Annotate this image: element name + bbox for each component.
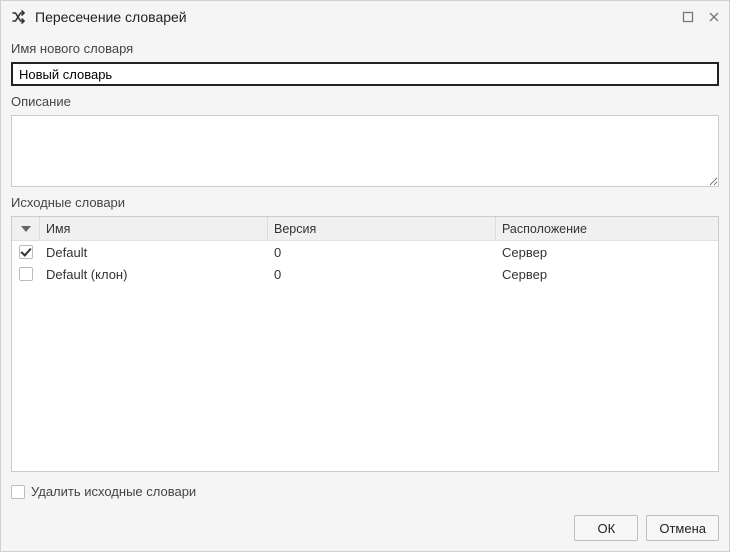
header-version[interactable]: Версия [268, 217, 496, 240]
table-body: Default0СерверDefault (клон)0Сервер [12, 241, 718, 471]
table-row[interactable]: Default0Сервер [12, 241, 718, 263]
delete-sources-option[interactable]: Удалить исходные словари [11, 484, 196, 499]
row-checkbox-cell [12, 267, 40, 281]
sources-table: Имя Версия Расположение Default0СерверDe… [11, 216, 719, 472]
window-controls [681, 10, 721, 24]
description-input[interactable] [11, 115, 719, 187]
row-checkbox[interactable] [19, 267, 33, 281]
row-checkbox-cell [12, 245, 40, 259]
ok-button[interactable]: ОК [574, 515, 638, 541]
delete-sources-checkbox[interactable] [11, 485, 25, 499]
row-checkbox[interactable] [19, 245, 33, 259]
row-location: Сервер [496, 265, 718, 284]
table-header: Имя Версия Расположение [12, 217, 718, 241]
header-check[interactable] [12, 217, 40, 240]
description-label: Описание [11, 94, 719, 109]
dialog: Пересечение словарей Имя нового словаря … [0, 0, 730, 552]
dialog-content: Имя нового словаря Описание Исходные сло… [1, 33, 729, 505]
delete-sources-label: Удалить исходные словари [31, 484, 196, 499]
cancel-button[interactable]: Отмена [646, 515, 719, 541]
delete-sources-row: Удалить исходные словари [11, 478, 719, 499]
header-location[interactable]: Расположение [496, 217, 718, 240]
close-icon[interactable] [707, 10, 721, 24]
row-name: Default [40, 243, 268, 262]
table-row[interactable]: Default (клон)0Сервер [12, 263, 718, 285]
shuffle-icon [11, 9, 27, 25]
dialog-buttons: ОК Отмена [1, 505, 729, 551]
row-location: Сервер [496, 243, 718, 262]
titlebar: Пересечение словарей [1, 1, 729, 33]
window-title: Пересечение словарей [35, 9, 681, 25]
row-version: 0 [268, 243, 496, 262]
maximize-icon[interactable] [681, 10, 695, 24]
sources-label: Исходные словари [11, 195, 719, 210]
name-input[interactable] [11, 62, 719, 86]
header-name[interactable]: Имя [40, 217, 268, 240]
name-label: Имя нового словаря [11, 41, 719, 56]
row-name: Default (клон) [40, 265, 268, 284]
row-version: 0 [268, 265, 496, 284]
